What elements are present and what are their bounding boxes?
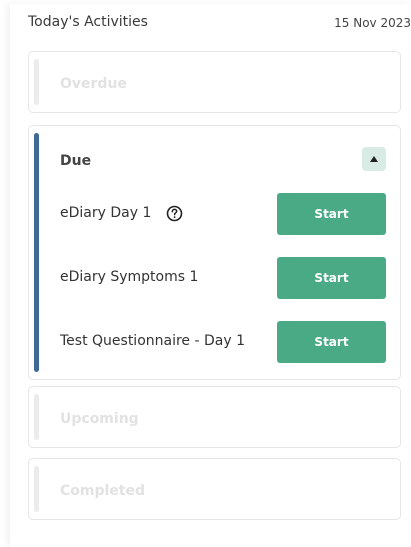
activity-label: eDiary Day 1 [60, 205, 152, 221]
section-completed[interactable]: Completed [28, 458, 401, 520]
activity-row: eDiary Day 1 Start [60, 193, 386, 235]
start-button[interactable]: Start [277, 193, 386, 235]
section-bar [34, 394, 39, 440]
activity-row: Test Questionnaire - Day 1 Start [60, 321, 386, 363]
page-title: Today's Activities [28, 14, 148, 30]
header-date: 15 Nov 2023 [334, 16, 411, 30]
section-completed-label: Completed [60, 483, 146, 499]
section-bar [34, 59, 39, 105]
activities-panel: Today's Activities 15 Nov 2023 Overdue D… [10, 4, 411, 547]
activity-row: eDiary Symptoms 1 Start [60, 257, 386, 299]
caret-up-icon [370, 156, 378, 162]
collapse-due-button[interactable] [362, 147, 386, 171]
start-button[interactable]: Start [277, 257, 386, 299]
section-overdue[interactable]: Overdue [28, 51, 401, 113]
start-button[interactable]: Start [277, 321, 386, 363]
question-circle-icon[interactable] [166, 205, 183, 222]
section-due-label: Due [60, 153, 92, 169]
section-upcoming-label: Upcoming [60, 411, 139, 427]
activity-label: eDiary Symptoms 1 [60, 269, 199, 285]
activity-label: Test Questionnaire - Day 1 [60, 333, 245, 349]
section-due: Due eDiary Day 1 Start eDiary Symptoms 1… [28, 125, 401, 380]
header: Today's Activities 15 Nov 2023 [28, 4, 411, 34]
section-bar [34, 133, 39, 372]
section-overdue-label: Overdue [60, 76, 127, 92]
section-bar [34, 466, 39, 512]
section-upcoming[interactable]: Upcoming [28, 386, 401, 448]
